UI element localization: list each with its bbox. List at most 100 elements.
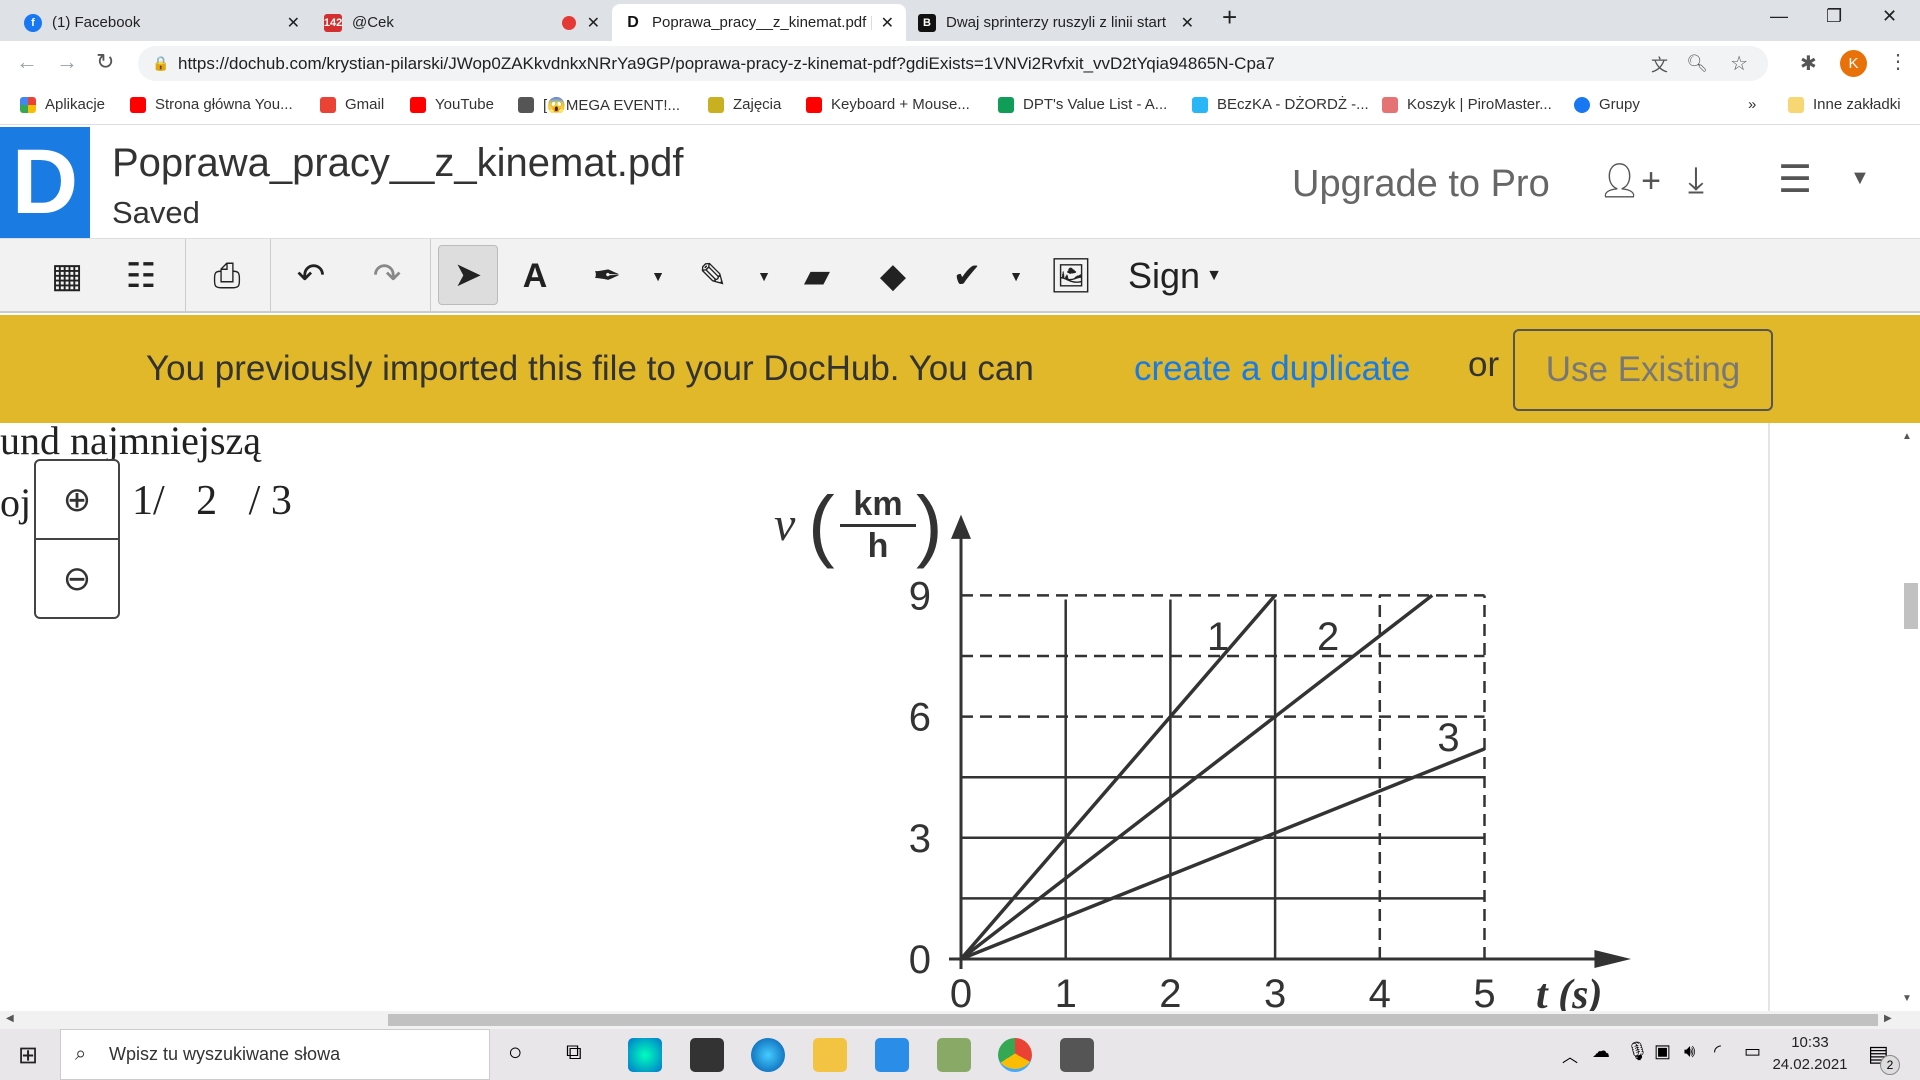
extensions-icon[interactable]: ✱ <box>1800 51 1817 76</box>
outline-list-icon[interactable]: ☷ <box>118 253 164 299</box>
scroll-up-arrow[interactable]: ▲ <box>1902 431 1912 442</box>
bookmark-item[interactable]: Koszyk | PiroMaster... <box>1382 96 1552 113</box>
highlighter-options-caret[interactable]: ▼ <box>752 253 776 299</box>
classroom-icon <box>708 96 724 113</box>
checkmark-tool-icon[interactable]: ✔ <box>944 253 990 299</box>
battery-icon[interactable]: ▭ <box>1744 1041 1761 1062</box>
volume-icon[interactable]: 🔊︎ <box>1684 1041 1695 1062</box>
taskbar-search-box[interactable]: ⌕ Wpisz tu wyszukiwane słowa <box>60 1029 490 1080</box>
tab-dochub[interactable]: D Poprawa_pracy__z_kinemat.pdf | D ✕ <box>612 4 906 41</box>
tab-cek[interactable]: 142 @Cek ✕ <box>312 4 612 41</box>
app-icon[interactable] <box>937 1038 971 1072</box>
back-button[interactable]: ← <box>16 49 38 75</box>
close-tab-icon[interactable]: ✕ <box>881 13 894 33</box>
new-tab-button[interactable]: + <box>1222 2 1237 33</box>
reload-button[interactable]: ↻ <box>96 49 114 75</box>
redo-icon[interactable]: ↷ <box>364 253 410 299</box>
other-bookmarks[interactable]: Inne zakładki <box>1788 96 1901 113</box>
horizontal-scrollbar[interactable]: ◀ ▶ <box>0 1011 1920 1029</box>
create-duplicate-link[interactable]: create a duplicate <box>1134 349 1410 389</box>
bookmark-item[interactable]: DPT's Value List - A... <box>998 96 1167 113</box>
minimize-button[interactable]: — <box>1770 6 1788 27</box>
scroll-right-arrow[interactable]: ▶ <box>1884 1013 1892 1024</box>
mail-icon[interactable] <box>875 1038 909 1072</box>
bookmark-star-icon[interactable]: ☆ <box>1730 51 1748 76</box>
dochub-logo[interactable]: D <box>0 127 90 238</box>
bookmarks-overflow-button[interactable]: » <box>1748 96 1756 113</box>
y-axis-arrow <box>951 514 971 539</box>
checkmark-options-caret[interactable]: ▼ <box>1004 253 1028 299</box>
tab-facebook[interactable]: f (1) Facebook ✕ <box>12 4 312 41</box>
bookmark-item[interactable]: BEczKA - DŻORDŻ -... <box>1192 96 1369 113</box>
bookmark-item[interactable]: Aplikacje <box>20 96 105 113</box>
image-tool-icon[interactable]: 🖼︎ <box>1048 253 1094 299</box>
download-icon[interactable]: ⤓ <box>1688 159 1704 202</box>
file-explorer-icon[interactable] <box>813 1038 847 1072</box>
sign-menu-button[interactable]: Sign ▼ <box>1128 253 1222 299</box>
show-hidden-icons[interactable]: ︿ <box>1562 1043 1578 1067</box>
y-tick-label: 3 <box>909 817 931 861</box>
forward-button[interactable]: → <box>56 49 78 75</box>
camera-icon[interactable]: ▣ <box>1654 1041 1671 1062</box>
comment-tool-icon[interactable]: ▰ <box>794 253 840 299</box>
undo-icon[interactable]: ↶ <box>288 253 334 299</box>
highlighter-tool-icon[interactable]: ✎ <box>690 253 736 299</box>
bookmark-label: BEczKA - DŻORDŻ -... <box>1217 96 1369 113</box>
select-tool-icon[interactable]: ➤ <box>438 245 498 305</box>
close-tab-icon[interactable]: ✕ <box>587 13 600 33</box>
close-tab-icon[interactable]: ✕ <box>287 13 300 33</box>
text-tool-icon[interactable]: A <box>512 253 558 299</box>
menu-dots-icon[interactable]: ⋮ <box>1888 49 1908 74</box>
close-window-button[interactable]: ✕ <box>1882 6 1897 27</box>
vertical-scrollbar[interactable]: ▲ ▼ <box>1768 423 1920 1011</box>
folder-icon <box>1788 96 1804 113</box>
upgrade-to-pro-link[interactable]: Upgrade to Pro <box>1292 163 1550 206</box>
bookmark-item[interactable]: Grupy <box>1574 96 1640 113</box>
clock-date[interactable]: 24.02.2021 <box>1770 1056 1850 1073</box>
pen-options-caret[interactable]: ▼ <box>646 253 670 299</box>
profile-avatar[interactable]: K <box>1840 50 1867 77</box>
onedrive-icon[interactable]: ☁ <box>1592 1041 1610 1062</box>
pdf-viewport[interactable]: und najmniejszą oj 1/ 2 / 3 ⊕ ⊖ 12301234… <box>0 423 1768 1011</box>
microphone-icon[interactable]: 🎙︎ <box>1626 1041 1649 1062</box>
scrollbar-thumb[interactable] <box>388 1014 1878 1026</box>
windows-start-icon[interactable]: ⊞ <box>18 1041 38 1070</box>
bookmark-item[interactable]: Gmail <box>320 96 384 113</box>
bookmark-item[interactable]: YouTube <box>410 96 494 113</box>
scroll-left-arrow[interactable]: ◀ <box>6 1013 14 1024</box>
graph-ylabel-unit-denominator: h <box>867 527 889 565</box>
use-existing-button[interactable]: Use Existing <box>1513 329 1773 411</box>
dropdown-caret-icon[interactable]: ▼ <box>1850 167 1870 190</box>
scroll-down-arrow[interactable]: ▼ <box>1902 993 1912 1004</box>
calculator-icon[interactable] <box>1060 1038 1094 1072</box>
eraser-tool-icon[interactable]: ◆ <box>870 253 916 299</box>
divider <box>430 239 431 311</box>
add-user-icon[interactable]: 👤︎+ <box>1598 161 1661 201</box>
thumbnails-grid-icon[interactable]: ▦ <box>44 253 90 299</box>
task-view-icon[interactable]: ⧉ <box>566 1039 582 1065</box>
bookmark-item[interactable]: Keyboard + Mouse... <box>806 96 970 113</box>
clock-time[interactable]: 10:33 <box>1770 1034 1850 1051</box>
pen-tool-icon[interactable]: ✒ <box>584 253 630 299</box>
cortana-icon[interactable]: ○ <box>508 1039 523 1067</box>
chrome-icon[interactable] <box>998 1038 1032 1072</box>
bookmark-item[interactable]: Zajęcia <box>708 96 781 113</box>
graph-xlabel: t (s) <box>1536 972 1603 1011</box>
document-title[interactable]: Poprawa_pracy__z_kinemat.pdf <box>112 141 683 186</box>
edge-icon[interactable] <box>628 1038 662 1072</box>
print-icon[interactable]: ⎙ <box>204 253 250 299</box>
wifi-icon[interactable]: ◜ <box>1714 1041 1721 1062</box>
url-field[interactable]: 🔒 https://dochub.com/krystian-pilarski/JW… <box>138 46 1768 81</box>
bookmark-item[interactable]: [😱MEGA EVENT!... <box>518 96 680 114</box>
close-tab-icon[interactable]: ✕ <box>1181 13 1194 33</box>
hamburger-menu-icon[interactable]: ☰ <box>1778 157 1812 202</box>
tab-brainly[interactable]: B Dwaj sprinterzy ruszyli z linii start ✕ <box>906 4 1206 41</box>
lock-icon: 🔒 <box>152 55 170 71</box>
translate-icon[interactable]: ⽂ <box>1651 51 1668 76</box>
zoom-icon[interactable]: 🔍︎ <box>1686 54 1708 74</box>
scrollbar-thumb[interactable] <box>1904 583 1918 629</box>
bookmark-item[interactable]: Strona główna You... <box>130 96 293 113</box>
store-icon[interactable] <box>690 1038 724 1072</box>
edge-icon[interactable] <box>751 1038 785 1072</box>
restore-button[interactable]: ❐ <box>1826 6 1842 27</box>
